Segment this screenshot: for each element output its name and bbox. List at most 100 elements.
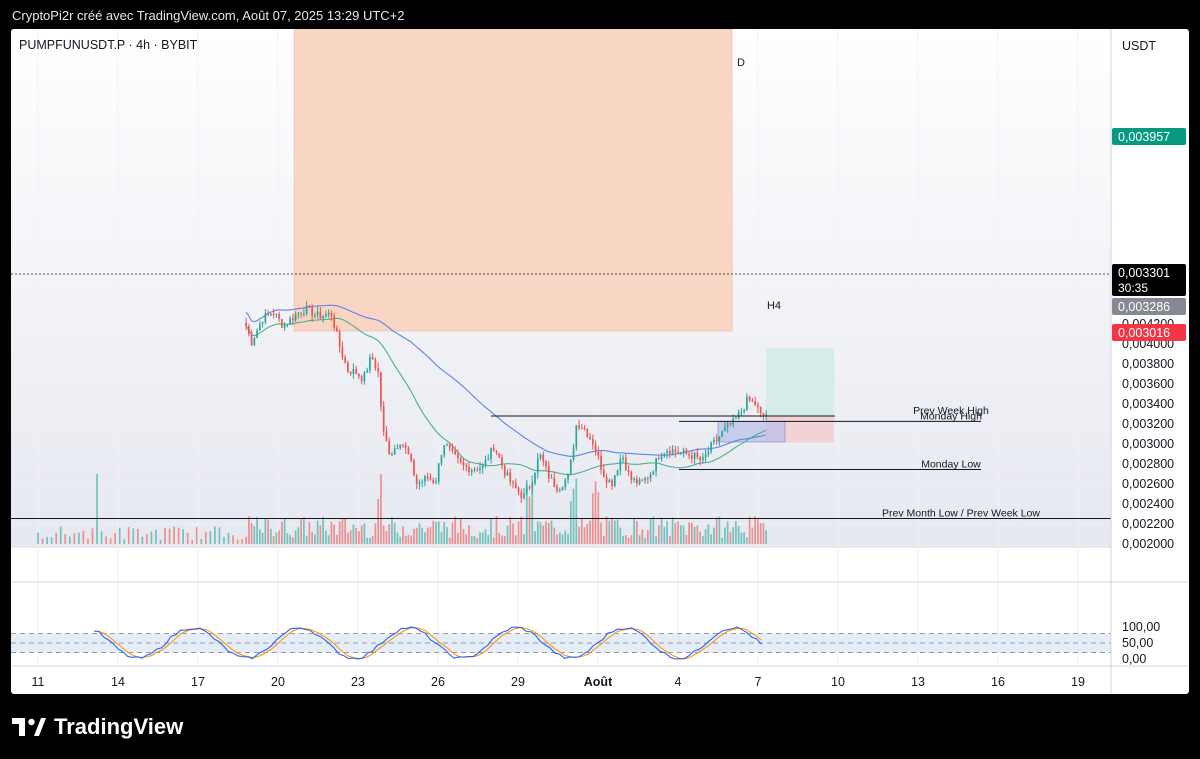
volume-bar <box>355 527 358 544</box>
symbol-label[interactable]: PUMPFUNUSDT.P · 4h · BYBIT <box>19 38 197 52</box>
volume-bar <box>141 536 144 544</box>
volume-bar <box>611 517 613 544</box>
candle-body <box>542 454 545 462</box>
volume-bar <box>391 517 393 544</box>
candle-body <box>710 442 712 452</box>
volume-bar <box>311 531 313 544</box>
price-tick-label: 0,003600 <box>1122 377 1174 391</box>
volume-bar <box>737 526 740 544</box>
time-axis[interactable]: 11 14 17 20 23 26 29 Août 4 7 10 13 16 19 <box>32 675 1085 689</box>
volume-bar <box>641 529 644 544</box>
chart-frame[interactable]: D H4 Prev Week High Monday High Monday Low P… <box>11 29 1189 694</box>
candle-body <box>341 347 344 358</box>
candle-body <box>366 370 369 373</box>
candle-body <box>597 452 600 456</box>
osc-tick-label: 100,00 <box>1122 620 1160 634</box>
volume-bar <box>159 539 162 544</box>
candle-body <box>503 465 506 476</box>
oscillator-pane-background <box>11 582 1111 666</box>
oscillator-axis[interactable]: 100,00 50,00 0,00 <box>1122 620 1160 666</box>
volume-bar <box>68 536 71 544</box>
time-tick-label: 14 <box>111 675 125 689</box>
volume-bar <box>671 517 674 544</box>
time-tick-label: 19 <box>1071 675 1085 689</box>
candle-body <box>272 314 275 316</box>
candle-body <box>468 466 470 473</box>
price-tick-label: 0,002000 <box>1122 537 1174 551</box>
candle-body <box>355 369 358 374</box>
candle-body <box>316 311 319 315</box>
candle-body <box>644 477 646 481</box>
volume-bar <box>448 537 451 544</box>
volume-bar <box>426 527 429 544</box>
volume-bar <box>259 529 261 544</box>
candle-body <box>256 330 258 339</box>
volume-bar <box>630 535 633 544</box>
volume-bar <box>542 525 545 544</box>
candle <box>569 459 572 475</box>
volume-bar <box>691 522 693 544</box>
tradingview-logo[interactable]: TradingView <box>12 714 183 740</box>
volume-bar <box>319 525 322 544</box>
candle <box>616 469 619 477</box>
candle-body <box>704 454 707 458</box>
volume-bar <box>567 534 569 544</box>
volume-bar <box>200 538 203 544</box>
price-tick-label: 0,003000 <box>1122 437 1174 451</box>
time-tick-label: 4 <box>675 675 682 689</box>
volume-bar <box>292 537 294 544</box>
candle-body <box>721 431 723 437</box>
target-zone <box>766 348 834 416</box>
candle-body <box>349 371 352 374</box>
chart-canvas[interactable]: DH4 Prev Week HighMonday HighMonday LowP… <box>11 29 1189 694</box>
volume-bar <box>415 527 418 544</box>
volume-bar <box>545 521 547 544</box>
candle-body <box>699 456 701 461</box>
candle-body <box>534 472 536 484</box>
volume-bar <box>704 529 707 544</box>
volume-bar <box>578 526 580 544</box>
candle-body <box>509 472 512 482</box>
volume-bar <box>132 528 135 544</box>
candle-body <box>682 449 685 453</box>
volume-bar <box>547 522 550 544</box>
time-tick-label: 16 <box>991 675 1005 689</box>
candle-body <box>680 452 682 454</box>
volume-bar <box>195 527 198 544</box>
candle-body <box>616 470 619 476</box>
volume-bar <box>363 523 366 544</box>
candle-body <box>677 451 679 454</box>
volume-bar <box>281 521 283 544</box>
candle-body <box>281 318 283 328</box>
price-badges: 0,003957 0,00330130:35 0,003286 0,003016 <box>1112 128 1186 341</box>
volume-bar <box>765 530 768 544</box>
volume-bar <box>96 474 98 544</box>
candle-body <box>575 425 578 448</box>
candle-body <box>691 455 693 459</box>
volume-bar <box>382 525 385 544</box>
candle-body <box>594 444 597 453</box>
candle-body <box>289 318 291 325</box>
price-tick-label: 0,002200 <box>1122 517 1174 531</box>
volume-bar <box>528 496 531 544</box>
volume-bar <box>586 523 589 544</box>
candle-body <box>473 469 476 471</box>
candle-body <box>762 413 765 416</box>
candle-body <box>330 312 333 316</box>
volume-bar <box>490 518 492 544</box>
volume-bar <box>256 516 258 544</box>
volume-bar <box>580 517 583 544</box>
candle-body <box>314 314 316 317</box>
candle-body <box>492 447 495 452</box>
volume-bar <box>123 539 126 544</box>
volume-bar <box>385 531 388 544</box>
volume-bar <box>155 529 157 544</box>
candle-body <box>278 314 280 319</box>
volume-bar <box>669 535 671 544</box>
volume-bar <box>214 526 216 544</box>
volume-bar <box>267 519 269 544</box>
volume-bar <box>575 478 578 544</box>
volume-bar <box>264 518 267 544</box>
volume-bar <box>616 519 619 544</box>
volume-bar <box>710 534 712 544</box>
